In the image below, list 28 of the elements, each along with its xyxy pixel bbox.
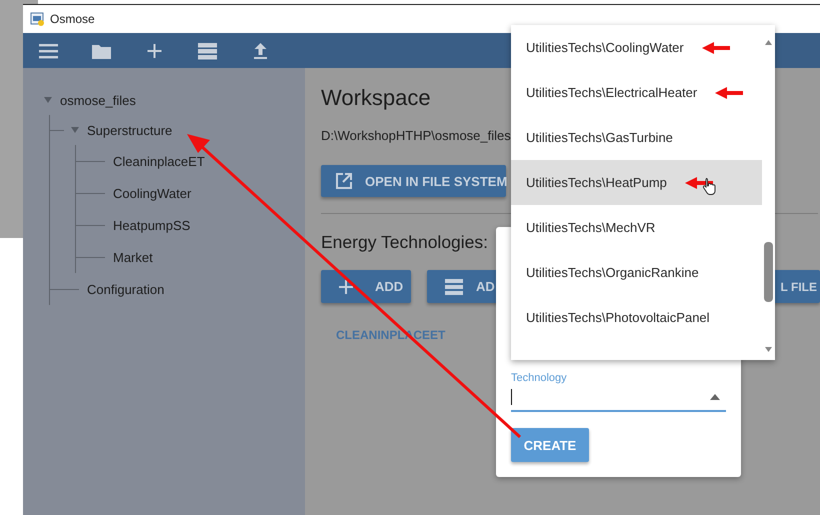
- tree-item[interactable]: HeatpumpSS: [113, 218, 190, 232]
- dropdown-option[interactable]: UtilitiesTechs\HeatPump: [511, 160, 762, 205]
- technology-field[interactable]: Technology: [511, 372, 726, 412]
- section-title: Workspace: [321, 84, 431, 112]
- add-button[interactable]: ADD: [321, 270, 411, 303]
- dropdown-option[interactable]: UtilitiesTechs\CoolingWater: [511, 25, 762, 70]
- tree-item[interactable]: CleaninplaceET: [113, 154, 205, 168]
- create-button[interactable]: CREATE: [511, 428, 589, 462]
- tree-item[interactable]: osmose_files: [60, 92, 136, 108]
- menu-icon[interactable]: [38, 42, 59, 60]
- app-icon: [30, 12, 44, 26]
- tree-item[interactable]: Superstructure: [87, 122, 172, 138]
- plus-icon: [339, 280, 353, 294]
- open-in-file-system-button[interactable]: OPEN IN FILE SYSTEM: [321, 165, 506, 197]
- dropdown-option[interactable]: UtilitiesTechs\MechVR: [511, 205, 762, 250]
- tree-item[interactable]: CoolingWater: [113, 186, 192, 200]
- dropdown-option[interactable]: UtilitiesTechs\GasTurbine: [511, 115, 762, 160]
- external-link-icon: [335, 172, 353, 190]
- tree-item[interactable]: Configuration: [87, 282, 164, 296]
- list-icon[interactable]: [197, 42, 218, 60]
- caret-icon[interactable]: [710, 394, 720, 400]
- tree-item[interactable]: Market: [113, 250, 153, 264]
- section-title: Energy Technologies:: [321, 231, 488, 254]
- hand-cursor-icon: [701, 177, 717, 196]
- window-title: Osmose: [50, 12, 95, 26]
- list-icon: [445, 278, 463, 294]
- workspace-path: D:\WorkshopHTHP\osmose_files: [321, 127, 511, 145]
- dropdown-option[interactable]: UtilitiesTechs\ElectricalHeater: [511, 70, 762, 115]
